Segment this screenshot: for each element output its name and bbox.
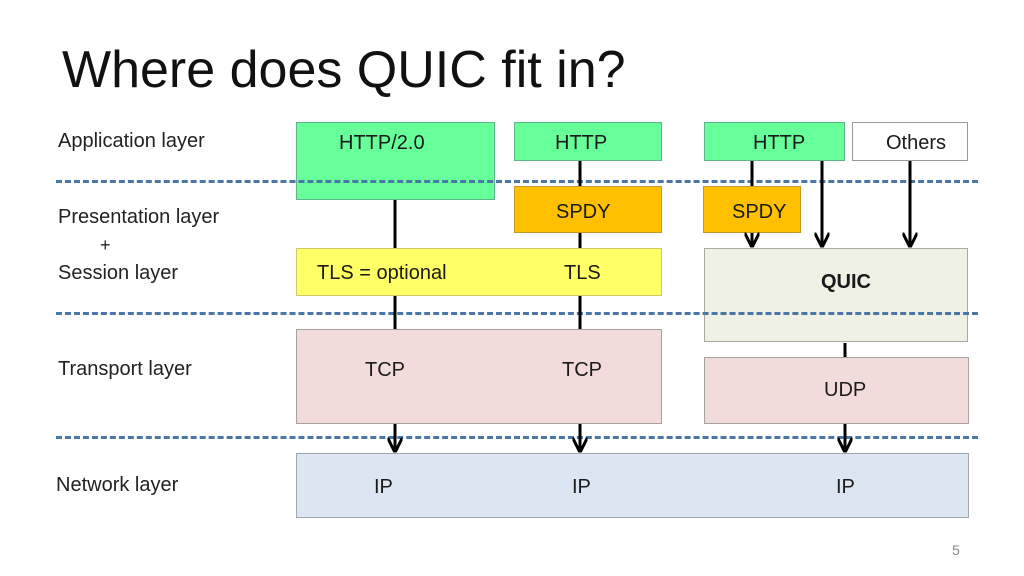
box-http2: HTTP/2.0 [296, 122, 495, 200]
label-application-layer: Application layer [58, 130, 205, 152]
box-http-quic-label: HTTP [753, 132, 806, 154]
box-quic-label: QUIC [821, 271, 871, 293]
slide-title: Where does QUIC fit in? [62, 41, 626, 99]
label-plus: + [100, 235, 111, 255]
box-tls-optional-label: TLS = optional [317, 262, 447, 284]
box-tls-label: TLS [564, 262, 601, 284]
box-ip-left-label: IP [374, 476, 393, 498]
box-tcp-left-label: TCP [365, 359, 405, 381]
page-number: 5 [952, 542, 960, 558]
box-spdy-right-label: SPDY [732, 201, 787, 223]
divider-transport-network [56, 436, 978, 439]
box-quic: QUIC [704, 248, 968, 342]
box-http2-label: HTTP/2.0 [339, 132, 425, 154]
box-ip-right-label: IP [836, 476, 855, 498]
box-tcp: TCP TCP [296, 329, 662, 424]
box-udp-label: UDP [824, 379, 867, 401]
label-transport-layer: Transport layer [58, 358, 192, 380]
box-http-spdy-label: HTTP [555, 132, 608, 154]
divider-session-transport [56, 312, 978, 315]
label-network-layer: Network layer [56, 474, 179, 496]
label-presentation-layer: Presentation layer [58, 206, 220, 228]
box-others: Others [852, 122, 968, 161]
box-others-label: Others [886, 132, 947, 154]
box-ip: IP IP IP [296, 453, 969, 518]
box-spdy-middle: SPDY [514, 186, 662, 233]
box-http-spdy: HTTP [514, 122, 662, 161]
box-spdy-right: SPDY [703, 186, 801, 233]
box-udp: UDP [704, 357, 969, 424]
box-tls: TLS = optional TLS [296, 248, 662, 296]
divider-app-presentation [56, 180, 978, 183]
label-session-layer: Session layer [58, 262, 179, 284]
box-spdy-middle-label: SPDY [556, 201, 611, 223]
box-http-quic: HTTP [704, 122, 845, 161]
box-tcp-right-label: TCP [562, 359, 602, 381]
box-ip-middle-label: IP [572, 476, 591, 498]
